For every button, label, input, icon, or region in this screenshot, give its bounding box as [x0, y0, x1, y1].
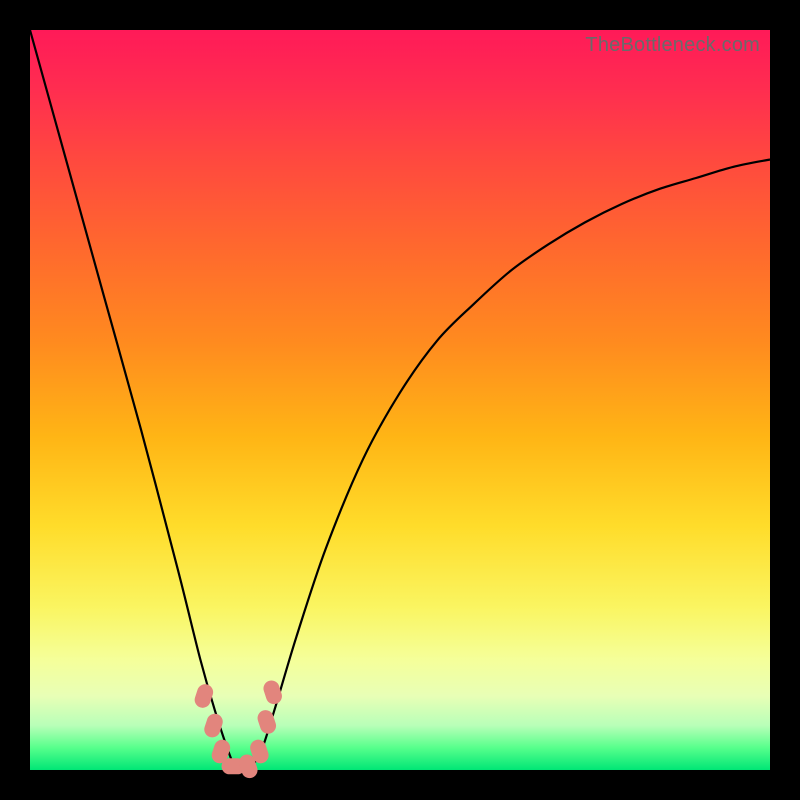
curve-marker [202, 712, 225, 740]
plot-area: TheBottleneck.com [30, 30, 770, 770]
chart-frame: TheBottleneck.com [0, 0, 800, 800]
curve-markers [193, 678, 284, 780]
bottleneck-curve [30, 30, 770, 770]
curve-marker [261, 678, 284, 706]
curve-path [30, 30, 770, 772]
curve-marker [193, 682, 216, 710]
